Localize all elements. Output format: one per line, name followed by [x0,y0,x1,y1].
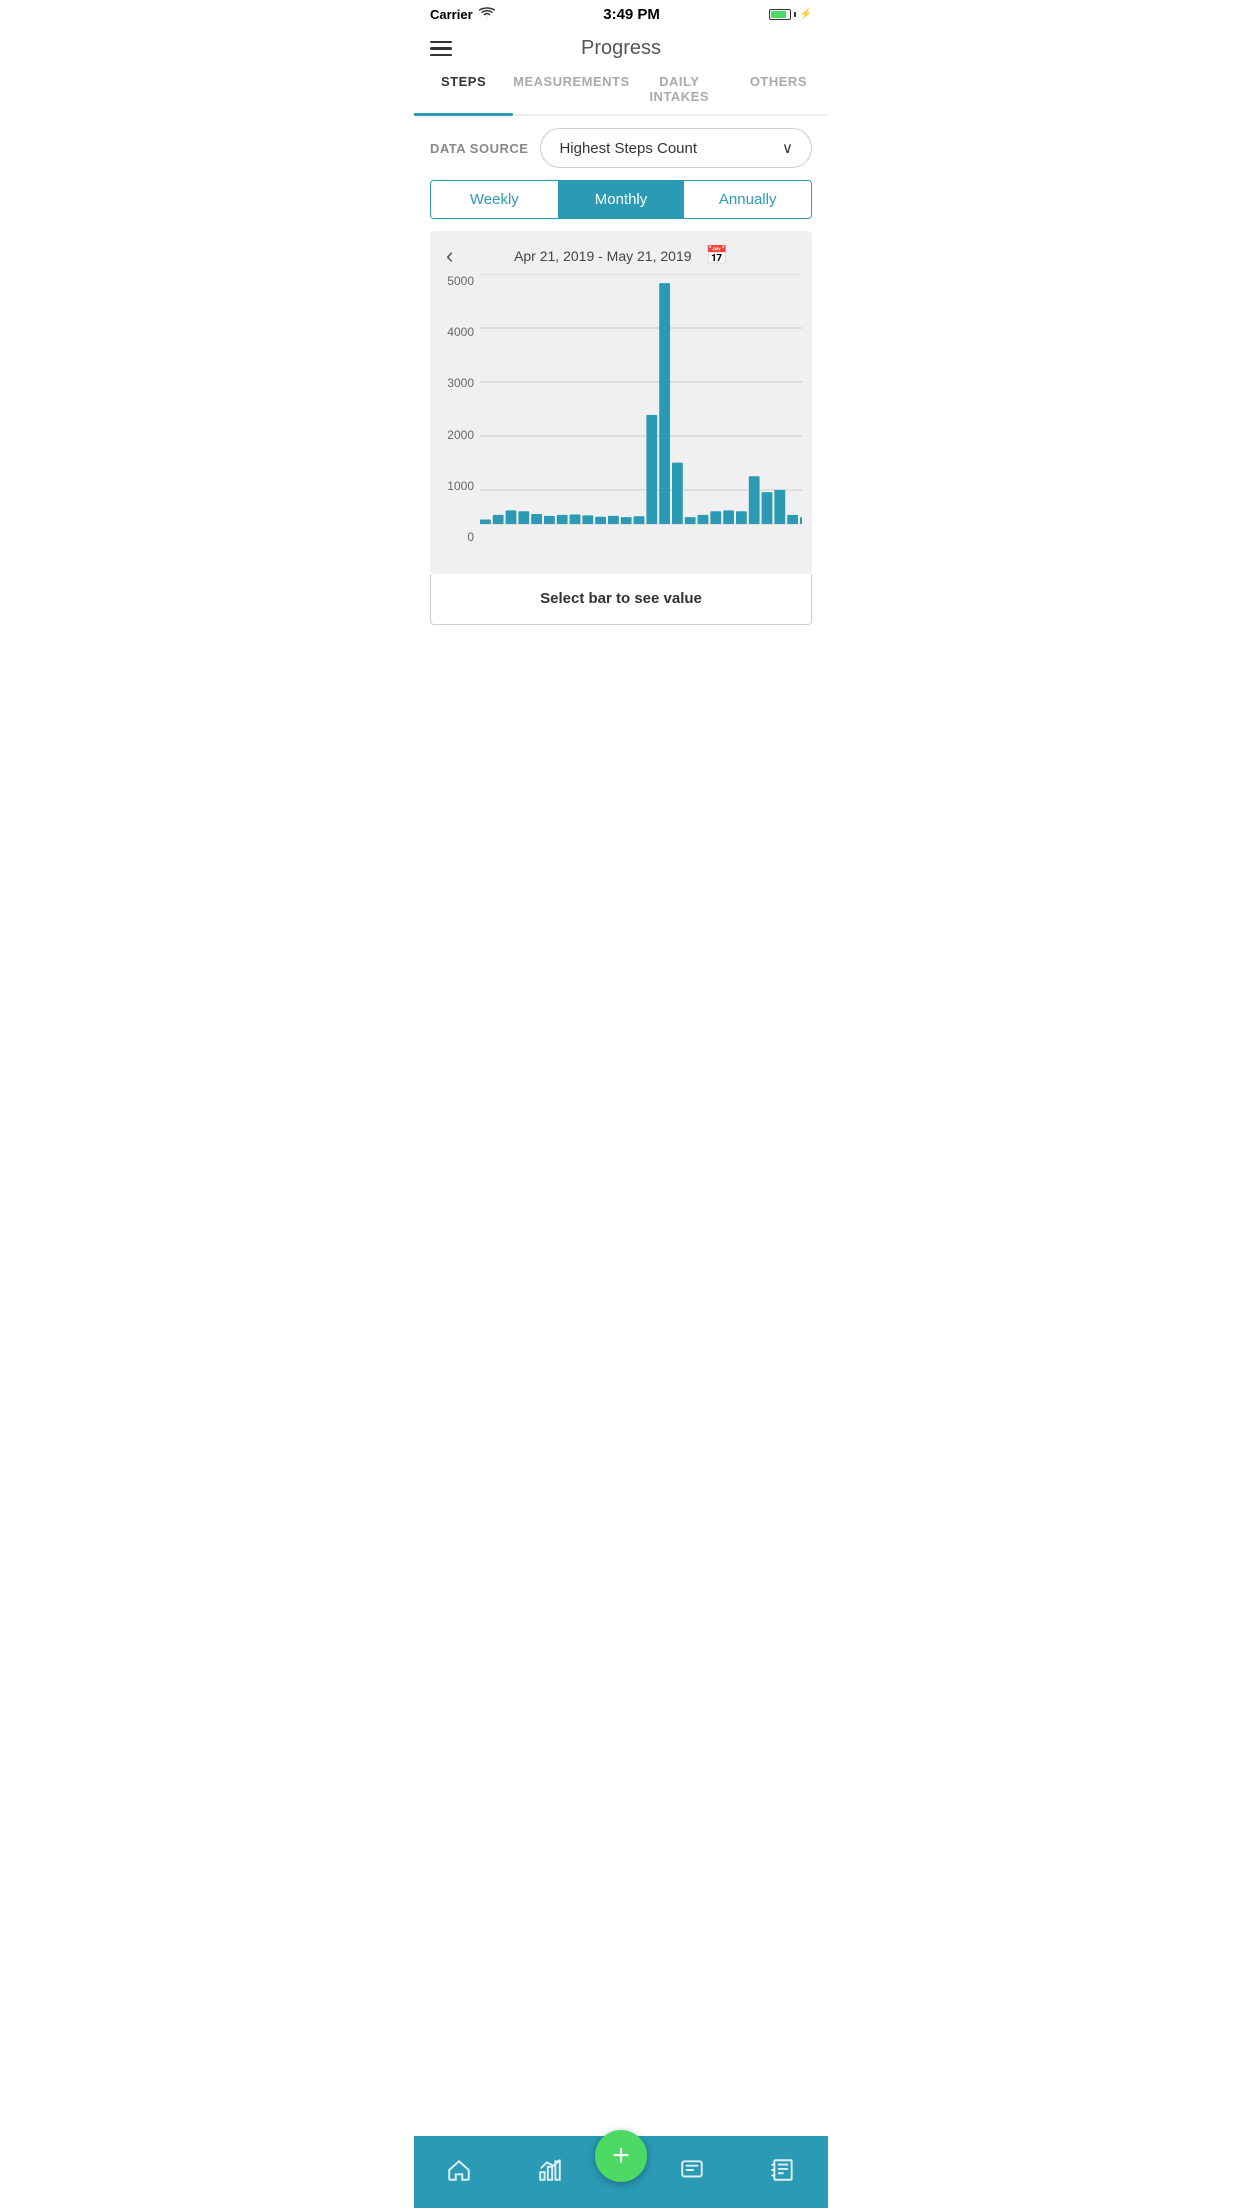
battery-icon [769,9,796,20]
bar-10[interactable] [608,516,619,524]
bar-7[interactable] [570,514,581,524]
bar-25[interactable] [800,517,802,524]
tab-weekly[interactable]: Weekly [431,181,558,218]
y-label-4000: 4000 [432,325,474,339]
data-source-label: DATA SOURCE [430,141,528,156]
bar-13[interactable] [646,415,657,524]
status-right: ⚡ [769,9,812,20]
chart-nav: ‹ Apr 21, 2019 - May 21, 2019 📅 [430,241,812,274]
bar-23[interactable] [774,490,785,524]
bar-8[interactable] [582,515,593,524]
notebook-icon [770,2157,796,2183]
bar-16[interactable] [685,517,696,524]
tab-daily-intakes[interactable]: DAILY INTAKES [630,64,729,114]
main-tabs: STEPS MEASUREMENTS DAILY INTAKES OTHERS [414,64,828,116]
bar-11[interactable] [621,517,632,524]
bar-21[interactable] [749,476,760,524]
select-bar-text: Select bar to see value [540,590,702,607]
progress-icon [537,2157,563,2183]
bar-20[interactable] [736,511,747,524]
nav-messages[interactable] [647,2157,738,2183]
bar-22[interactable] [762,492,773,524]
messages-icon [679,2157,705,2183]
chevron-down-icon: ∨ [782,139,793,157]
fab-add-button[interactable]: + [595,2130,647,2182]
date-range: Apr 21, 2019 - May 21, 2019 [514,248,691,264]
bar-1[interactable] [493,515,504,524]
page-title: Progress [581,37,661,60]
tab-measurements[interactable]: MEASUREMENTS [513,64,630,114]
y-axis: 5000 4000 3000 2000 1000 0 [430,274,480,544]
home-icon [446,2157,472,2183]
tab-others[interactable]: OTHERS [729,64,828,114]
prev-arrow[interactable]: ‹ [446,243,453,269]
wifi-icon [479,7,495,22]
bar-3[interactable] [518,511,529,524]
nav-notebook[interactable] [738,2157,829,2183]
tab-annually[interactable]: Annually [684,181,811,218]
fab-plus-icon: + [612,2141,630,2171]
bar-17[interactable] [698,515,709,524]
bar-5[interactable] [544,516,555,524]
data-source-dropdown[interactable]: Highest Steps Count ∨ [540,128,812,168]
header: Progress [414,29,828,64]
bolt-icon: ⚡ [800,9,812,20]
bar-9[interactable] [595,517,606,524]
bar-24[interactable] [787,515,798,524]
y-label-2000: 2000 [432,428,474,442]
nav-home[interactable] [414,2157,505,2183]
bar-15[interactable] [672,463,683,524]
bar-0[interactable] [480,519,491,524]
status-bar: Carrier 3:49 PM ⚡ [414,0,828,29]
y-label-3000: 3000 [432,376,474,390]
bar-6[interactable] [557,515,568,524]
y-label-1000: 1000 [432,479,474,493]
bar-4[interactable] [531,514,542,524]
chart-container: ‹ Apr 21, 2019 - May 21, 2019 📅 5000 400… [430,231,812,574]
status-left: Carrier [430,7,495,22]
period-tabs: Weekly Monthly Annually [430,180,812,219]
bar-chart-area: 5000 4000 3000 2000 1000 0 [430,274,812,564]
nav-progress[interactable] [505,2157,596,2183]
bar-18[interactable] [710,511,721,524]
tab-monthly[interactable]: Monthly [558,181,685,218]
y-label-5000: 5000 [432,274,474,288]
status-time: 3:49 PM [603,6,660,23]
bottom-nav: + [414,2136,828,2208]
data-source-value: Highest Steps Count [559,140,697,157]
bar-2[interactable] [506,510,517,524]
carrier-label: Carrier [430,7,473,22]
y-label-0: 0 [432,530,474,544]
bar-12[interactable] [634,516,645,524]
calendar-icon[interactable]: 📅 [706,245,728,266]
select-bar-box: Select bar to see value [430,574,812,625]
tab-steps[interactable]: STEPS [414,64,513,114]
bar-chart-svg [480,274,802,544]
bar-19[interactable] [723,510,734,524]
hamburger-menu[interactable] [430,41,452,57]
bar-14[interactable] [659,283,670,524]
data-source-row: DATA SOURCE Highest Steps Count ∨ [414,116,828,180]
